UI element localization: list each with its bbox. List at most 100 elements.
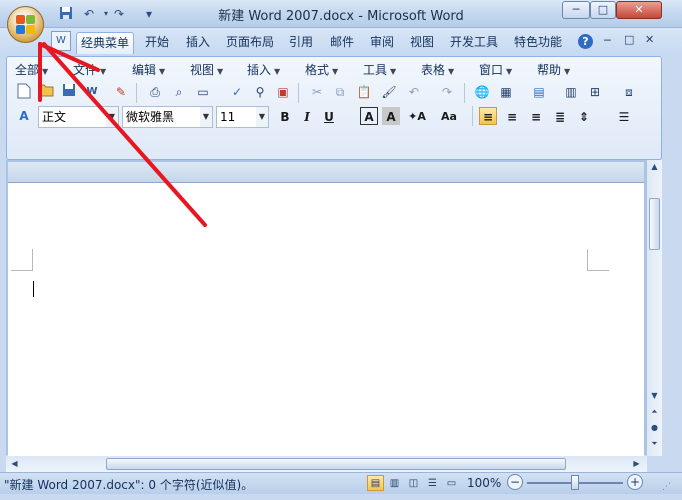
document-map-icon[interactable]: ⧈ (620, 83, 638, 101)
copy-icon[interactable]: ⧉ (331, 83, 349, 101)
word-count-status[interactable]: "新建 Word 2007.docx": 0 个字符(近似值)。 (4, 476, 253, 493)
hyperlink-icon[interactable]: 🌐 (473, 83, 491, 101)
zoom-slider-thumb[interactable] (571, 475, 579, 490)
tab-insert[interactable]: 插入 (182, 32, 214, 54)
save-icon[interactable] (57, 6, 75, 22)
crop-mark (587, 249, 609, 271)
document-page[interactable] (8, 182, 644, 456)
redo-toolbar-icon[interactable]: ↷ (438, 83, 456, 101)
text-box-icon[interactable]: ⊞ (586, 83, 604, 101)
scroll-right-icon[interactable]: ▶ (630, 457, 643, 470)
cut-icon[interactable]: ✂ (308, 83, 326, 101)
columns-icon[interactable]: ▥ (562, 83, 580, 101)
tab-special-features[interactable]: 特色功能 (510, 32, 566, 54)
menu-tools[interactable]: 工具 ▼ (363, 61, 396, 78)
permission-icon[interactable]: ✎ (112, 83, 130, 101)
tab-page-layout[interactable]: 页面布局 (222, 32, 278, 54)
minimize-button[interactable]: ─ (562, 1, 590, 19)
bold-button[interactable]: B (276, 107, 294, 125)
tab-classic-menu[interactable]: 经典菜单 (76, 32, 135, 54)
insert-table-icon[interactable]: ▤ (530, 83, 548, 101)
redo-icon[interactable]: ↷ (110, 6, 128, 22)
office-button[interactable] (7, 6, 44, 43)
font-combobox[interactable]: 微软雅黑 ▼ (122, 106, 213, 128)
new-document-icon[interactable] (15, 83, 33, 101)
horizontal-scroll-thumb[interactable] (106, 458, 566, 470)
menu-edit-label: 编辑 (132, 63, 157, 77)
zoom-in-button[interactable]: + (627, 474, 643, 490)
menu-insert[interactable]: 插入 ▼ (247, 61, 280, 78)
toolbar-save-icon[interactable] (60, 83, 78, 101)
menu-edit[interactable]: 编辑 ▼ (132, 61, 165, 78)
help-icon[interactable]: ? (578, 34, 593, 49)
line-spacing-icon[interactable]: ⇕ (575, 107, 593, 125)
browse-object-icon[interactable]: ● (648, 421, 661, 434)
print-preview-icon[interactable]: ⌕ (170, 83, 188, 101)
draft-view-button[interactable]: ▭ (443, 475, 460, 491)
tab-view[interactable]: 视图 (406, 32, 438, 54)
tab-home[interactable]: 开始 (141, 32, 173, 54)
web-layout-view-button[interactable]: ◫ (405, 475, 422, 491)
tab-mailings[interactable]: 邮件 (326, 32, 358, 54)
resize-grip-icon: ⋰ (662, 482, 671, 492)
font-size-value: 11 (220, 110, 236, 124)
tab-references[interactable]: 引用 (285, 32, 317, 54)
character-shading-button[interactable]: A (382, 107, 400, 125)
scroll-down-icon[interactable]: ▼ (648, 389, 661, 402)
align-center-icon[interactable]: ≡ (503, 107, 521, 125)
borders-icon[interactable]: ▦ (497, 83, 515, 101)
bullets-icon[interactable]: ☰ (615, 107, 633, 125)
styles-icon[interactable]: A (15, 107, 33, 125)
scroll-up-icon[interactable]: ▲ (648, 160, 661, 173)
horizontal-scrollbar[interactable]: ◀ ▶ (6, 456, 647, 472)
customize-quick-access-button[interactable]: ▾ (140, 6, 158, 22)
format-painter-icon[interactable]: 🖌 (380, 83, 398, 101)
scroll-left-icon[interactable]: ◀ (8, 457, 21, 470)
print-layout-view-button[interactable]: ▤ (367, 475, 384, 491)
paste-icon[interactable]: 📋 (355, 83, 373, 101)
menu-window[interactable]: 窗口 ▼ (479, 61, 512, 78)
ribbon-restore-button[interactable]: □ (624, 33, 634, 46)
tab-review[interactable]: 审阅 (366, 32, 398, 54)
close-button[interactable]: ✕ (616, 1, 662, 19)
ribbon-minimize-button[interactable]: ─ (604, 34, 611, 47)
font-size-combobox[interactable]: 11 ▼ (216, 106, 269, 128)
menu-view[interactable]: 视图 ▼ (190, 61, 223, 78)
thesaurus-icon[interactable]: ▣ (274, 83, 292, 101)
previous-page-icon[interactable]: ⏶ (648, 405, 661, 418)
research-icon[interactable]: ⚲ (251, 83, 269, 101)
zoom-out-button[interactable]: − (507, 474, 523, 490)
menu-help[interactable]: 帮助 ▼ (537, 61, 570, 78)
align-left-icon[interactable]: ≡ (479, 107, 497, 125)
text-effects-icon[interactable]: ✦A (404, 107, 430, 125)
vertical-scrollbar[interactable]: ▲ ▼ ⏶ ● ⏷ (647, 160, 662, 456)
open-folder-icon[interactable] (37, 83, 55, 101)
full-screen-reading-view-button[interactable]: ▥ (386, 475, 403, 491)
menu-format-label: 格式 (305, 63, 330, 77)
change-case-button[interactable]: Aa (436, 107, 462, 125)
style-combobox[interactable]: 正文 ▼ (38, 106, 119, 128)
ribbon-close-button[interactable]: ✕ (645, 33, 654, 46)
vertical-scroll-thumb[interactable] (649, 198, 660, 250)
tab-developer[interactable]: 开发工具 (446, 32, 502, 54)
undo-toolbar-icon[interactable]: ↶ (405, 83, 423, 101)
underline-button[interactable]: U (320, 107, 338, 125)
spelling-icon[interactable]: ✓ (228, 83, 246, 101)
undo-icon[interactable]: ↶ (80, 6, 98, 22)
menu-all[interactable]: 全部 ▼ (15, 61, 48, 78)
menu-file[interactable]: 文件 ▼ (73, 61, 106, 78)
italic-button[interactable]: I (298, 107, 316, 125)
maximize-button[interactable]: □ (590, 1, 616, 19)
page-setup-icon[interactable]: ▭ (194, 83, 212, 101)
outline-view-button[interactable]: ☰ (424, 475, 441, 491)
justify-icon[interactable]: ≣ (551, 107, 569, 125)
word-format-icon[interactable]: W (83, 83, 101, 101)
character-border-button[interactable]: A (360, 107, 378, 125)
zoom-level[interactable]: 100% (467, 476, 501, 490)
print-icon[interactable]: ⎙ (146, 83, 164, 101)
menu-table[interactable]: 表格 ▼ (421, 61, 454, 78)
word-document-icon: W (51, 31, 71, 51)
next-page-icon[interactable]: ⏷ (648, 437, 661, 450)
align-right-icon[interactable]: ≡ (527, 107, 545, 125)
menu-format[interactable]: 格式 ▼ (305, 61, 338, 78)
